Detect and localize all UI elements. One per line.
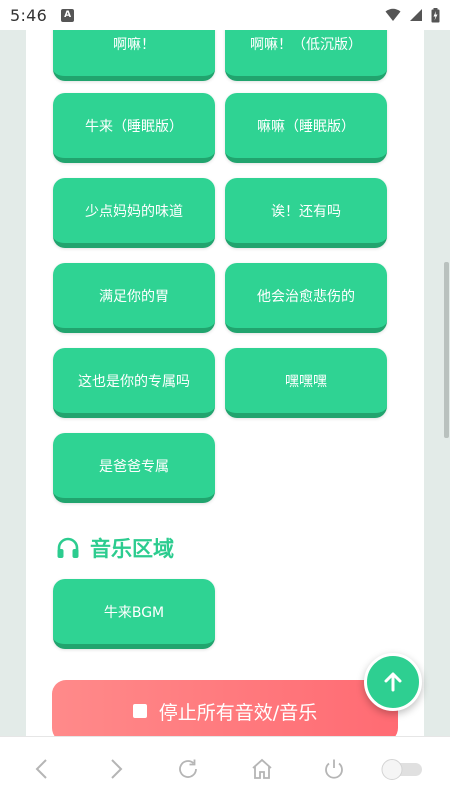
sound-button-label: 他会治愈悲伤的 bbox=[257, 288, 355, 305]
back-button[interactable] bbox=[28, 755, 56, 783]
music-button[interactable]: 牛来BGM bbox=[53, 579, 215, 649]
sound-button-label: 啊嘛！（低沉版） bbox=[250, 36, 362, 53]
toggle-switch-icon bbox=[381, 759, 422, 780]
sound-button[interactable]: 这也是你的专属吗 bbox=[53, 348, 215, 418]
sound-button[interactable]: 牛来（睡眠版） bbox=[53, 93, 215, 163]
sound-button-label: 啊嘛！ bbox=[113, 36, 155, 53]
sound-button[interactable]: 满足你的胃 bbox=[53, 263, 215, 333]
forward-button[interactable] bbox=[102, 755, 130, 783]
battery-icon bbox=[431, 7, 440, 22]
refresh-button[interactable] bbox=[174, 755, 202, 783]
sound-button-label: 嘿嘿嘿 bbox=[285, 373, 327, 390]
sound-button-label: 是爸爸专属 bbox=[99, 458, 169, 475]
signal-icon bbox=[410, 9, 422, 21]
sound-button[interactable]: 啊嘛！ bbox=[53, 30, 215, 81]
sound-button-label: 少点妈妈的味道 bbox=[85, 203, 183, 220]
sound-button[interactable]: 是爸爸专属 bbox=[53, 433, 215, 503]
browser-toolbar bbox=[0, 736, 450, 800]
stop-all-label: 停止所有音效/音乐 bbox=[158, 701, 318, 724]
sound-button-label: 嘛嘛（睡眠版） bbox=[257, 118, 355, 135]
stop-all-button[interactable]: 停止所有音效/音乐 bbox=[52, 680, 398, 742]
music-section-title: 音乐区域 bbox=[56, 533, 174, 563]
status-bar: 5:46 A bbox=[0, 0, 450, 30]
home-button[interactable] bbox=[248, 755, 276, 783]
sound-button-label: 诶！还有吗 bbox=[271, 203, 341, 220]
sound-button[interactable]: 嘿嘿嘿 bbox=[225, 348, 387, 418]
music-section-title-text: 音乐区域 bbox=[90, 537, 174, 561]
chevron-right-icon bbox=[111, 759, 123, 779]
scroll-to-top-button[interactable] bbox=[364, 653, 422, 711]
mode-toggle[interactable] bbox=[380, 755, 424, 783]
sound-button[interactable]: 他会治愈悲伤的 bbox=[225, 263, 387, 333]
refresh-icon bbox=[179, 759, 197, 778]
status-indicators bbox=[385, 7, 440, 23]
home-icon bbox=[252, 758, 272, 779]
sound-button[interactable]: 诶！还有吗 bbox=[225, 178, 387, 248]
wifi-icon bbox=[385, 8, 401, 21]
app-notification-icon: A bbox=[61, 8, 75, 22]
power-icon bbox=[325, 759, 343, 779]
sound-button-label: 满足你的胃 bbox=[99, 288, 169, 305]
sound-button-label: 这也是你的专属吗 bbox=[78, 373, 190, 390]
status-time: 5:46 bbox=[10, 5, 48, 25]
sound-button[interactable]: 少点妈妈的味道 bbox=[53, 178, 215, 248]
content-card[interactable]: 啊嘛！ 啊嘛！（低沉版） 牛来（睡眠版） 嘛嘛（睡眠版） 少点妈妈的味道 诶！还… bbox=[26, 30, 424, 736]
sound-button[interactable]: 嘛嘛（睡眠版） bbox=[225, 93, 387, 163]
arrow-up-icon bbox=[384, 672, 402, 692]
power-button[interactable] bbox=[320, 755, 348, 783]
scrollbar-thumb[interactable] bbox=[444, 262, 449, 438]
headphones-icon bbox=[57, 537, 79, 558]
stop-icon bbox=[132, 704, 147, 718]
sound-button[interactable]: 啊嘛！（低沉版） bbox=[225, 30, 387, 81]
chevron-left-icon bbox=[35, 759, 47, 779]
music-button-label: 牛来BGM bbox=[103, 604, 165, 621]
sound-button-label: 牛来（睡眠版） bbox=[85, 118, 183, 135]
